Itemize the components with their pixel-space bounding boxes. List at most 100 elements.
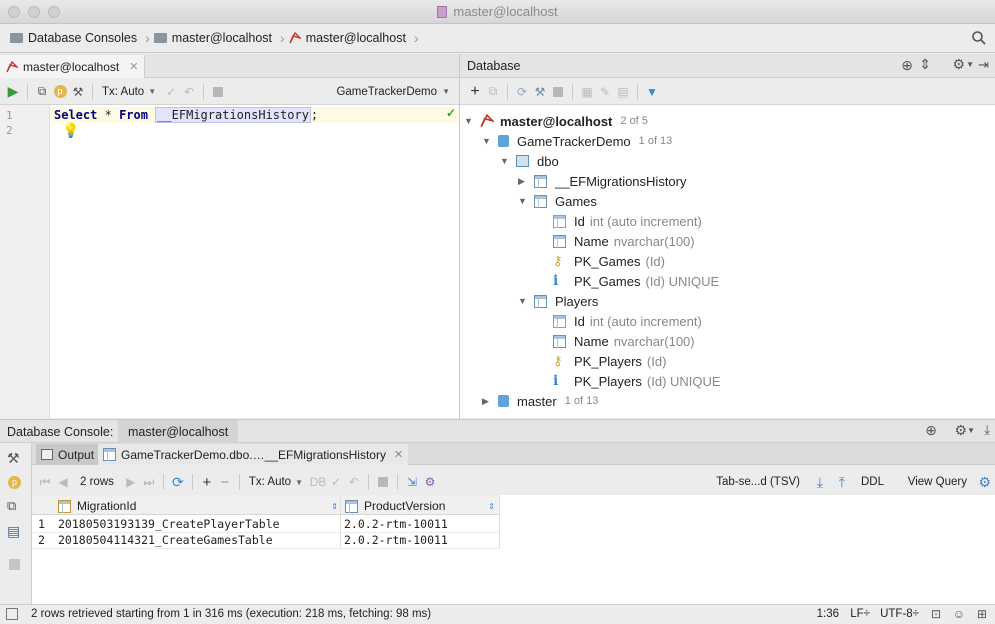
view-query-button[interactable]: View Query	[908, 476, 967, 488]
tree-node-index[interactable]: i PK_Games (Id) UNIQUE	[553, 272, 719, 290]
tab-result-migrations[interactable]: GameTrackerDemo.dbo.…__EFMigrationsHisto…	[98, 444, 409, 465]
rollback-icon[interactable]: ↶	[345, 473, 363, 491]
expand-arrow-icon[interactable]: ▼	[500, 156, 510, 166]
code-line[interactable]: Select * From __EFMigrationsHistory;	[54, 107, 318, 123]
tree-node-table-migrations[interactable]: ▶ __EFMigrationsHistory	[518, 172, 687, 190]
tree-node-database[interactable]: ▼ GameTrackerDemo 1 of 13	[482, 132, 672, 150]
search-icon[interactable]	[971, 30, 987, 46]
expand-arrow-icon[interactable]: ▼	[482, 136, 492, 146]
event-log-icon[interactable]: ⊞	[977, 607, 987, 621]
cell-productversion[interactable]: 2.0.2-rtm-10011	[344, 516, 498, 532]
caret-position[interactable]: 1:36	[817, 608, 839, 620]
gear-icon[interactable]: ⚙	[978, 474, 991, 491]
tab-output[interactable]: Output	[36, 444, 100, 465]
add-icon[interactable]: +	[466, 83, 484, 101]
breadcrumb-master-folder[interactable]: master@localhost	[153, 31, 272, 45]
schema-dropdown[interactable]: GameTrackerDemo	[336, 86, 437, 98]
parameters-icon[interactable]: p	[8, 476, 21, 489]
sort-icon[interactable]: ⇕	[331, 502, 338, 511]
cell-productversion[interactable]: 2.0.2-rtm-10011	[344, 532, 498, 548]
close-tab-icon[interactable]: ✕	[129, 60, 138, 73]
query-plan-icon[interactable]: ⚙	[421, 473, 439, 491]
commit-icon[interactable]: ✓	[327, 473, 345, 491]
lightbulb-icon[interactable]: 💡	[62, 122, 79, 139]
ddl-button[interactable]: DDL	[861, 476, 884, 488]
commit-icon[interactable]: ✓	[162, 83, 180, 101]
expand-arrow-icon[interactable]: ▼	[518, 196, 528, 206]
tree-node-column[interactable]: Name nvarchar(100)	[553, 332, 695, 350]
breadcrumb-database-consoles[interactable]: Database Consoles	[10, 31, 137, 45]
target-icon[interactable]: ⊕	[925, 422, 937, 439]
reload-icon[interactable]: ⟳	[169, 473, 187, 491]
gear-icon[interactable]: ⚙	[954, 422, 967, 439]
settings-icon[interactable]: ⧉	[7, 498, 16, 514]
tab-console-master[interactable]: master@localhost	[118, 420, 239, 443]
stop-icon[interactable]	[209, 83, 227, 101]
sql-editor[interactable]: 1 2 Select * From __EFMigrationsHistory;…	[0, 105, 459, 418]
tree-node-table-games[interactable]: ▼ Games	[518, 192, 597, 210]
copy-icon[interactable]: ⧉	[484, 83, 502, 101]
tree-node-key[interactable]: ⚷ PK_Games (Id)	[553, 252, 665, 270]
filter-icon[interactable]: ▼	[643, 83, 661, 101]
breadcrumb-master-console[interactable]: master@localhost	[289, 31, 406, 45]
download-icon[interactable]: ⤓	[817, 474, 823, 491]
submit-icon[interactable]: DB	[309, 473, 327, 491]
close-tab-icon[interactable]: ✕	[394, 448, 403, 461]
target-icon[interactable]: ⊕	[901, 57, 913, 74]
lock-icon[interactable]: ⊡	[931, 607, 941, 621]
hide-panel-icon[interactable]: ⤓	[984, 422, 990, 438]
run-icon[interactable]: ▶	[4, 83, 22, 101]
expand-arrow-icon[interactable]: ▼	[464, 116, 474, 126]
hide-panel-icon[interactable]: ⇥	[978, 57, 989, 73]
parameters-icon[interactable]: p	[51, 83, 69, 101]
tree-node-key[interactable]: ⚷ PK_Players (Id)	[553, 352, 666, 370]
file-encoding[interactable]: UTF-8÷	[880, 608, 919, 620]
tree-node-index[interactable]: i PK_Players (Id) UNIQUE	[553, 372, 721, 390]
tab-master-localhost[interactable]: master@localhost ✕	[0, 55, 146, 78]
line-separator[interactable]: LF÷	[850, 608, 870, 620]
transaction-mode-dropdown[interactable]: Tx: Auto	[249, 476, 291, 488]
row-count-dropdown[interactable]: 2 rows	[80, 476, 114, 488]
tools-icon[interactable]: ⚒	[69, 83, 87, 101]
transaction-mode-dropdown[interactable]: Tx: Auto	[102, 86, 144, 98]
tree-node-schema[interactable]: ▼ dbo	[500, 152, 559, 170]
tree-node-database[interactable]: ▶ master 1 of 13	[482, 392, 598, 410]
cell-migrationid[interactable]: 20180504114321_CreateGamesTable	[58, 532, 340, 548]
rollback-icon[interactable]: ↶	[180, 83, 198, 101]
collapse-arrow-icon[interactable]: ▶	[482, 396, 492, 407]
tree-node-column[interactable]: Name nvarchar(100)	[553, 232, 695, 250]
cell-migrationid[interactable]: 20180503193139_CreatePlayerTable	[58, 516, 340, 532]
expand-arrow-icon[interactable]: ▼	[518, 296, 528, 306]
tree-node-column[interactable]: Id int (auto increment)	[553, 212, 702, 230]
tools-icon[interactable]: ⚒	[7, 450, 20, 467]
first-page-icon[interactable]: ⏮	[36, 473, 54, 491]
pin-icon[interactable]: ⇲	[403, 473, 421, 491]
upload-icon[interactable]: ⤒	[839, 474, 845, 491]
stop-icon[interactable]	[9, 559, 20, 570]
refresh-icon[interactable]: ⟳	[513, 83, 531, 101]
column-header-migrationid[interactable]: MigrationId ⇕	[58, 498, 338, 514]
layout-icon[interactable]: ▤	[7, 523, 20, 540]
sync-tools-icon[interactable]: ⚒	[531, 83, 549, 101]
tree-node-column[interactable]: Id int (auto increment)	[553, 312, 702, 330]
gear-icon[interactable]: ⚙	[952, 56, 965, 73]
console-settings-icon[interactable]: ⧉	[33, 83, 51, 101]
collapse-arrow-icon[interactable]: ▶	[518, 176, 528, 187]
export-format-dropdown[interactable]: Tab-se...d (TSV)	[716, 476, 800, 488]
table-icon[interactable]: ▦	[578, 83, 596, 101]
delete-row-icon[interactable]: −	[216, 473, 234, 491]
toggle-tool-windows-icon[interactable]	[6, 608, 18, 620]
column-header-productversion[interactable]: ProductVersion ⇕	[345, 498, 495, 514]
last-page-icon[interactable]: ⏭	[140, 473, 158, 491]
inspector-icon[interactable]: ☺	[953, 607, 965, 621]
tree-node-datasource[interactable]: ▼ master@localhost 2 of 5	[464, 112, 648, 130]
tree-node-table-players[interactable]: ▼ Players	[518, 292, 598, 310]
edit-icon[interactable]: ✎	[596, 83, 614, 101]
previous-page-icon[interactable]: ◀	[54, 473, 72, 491]
console-icon[interactable]: ▤	[614, 83, 632, 101]
stop-icon[interactable]	[549, 83, 567, 101]
stop-icon[interactable]	[374, 473, 392, 491]
next-page-icon[interactable]: ▶	[122, 473, 140, 491]
add-row-icon[interactable]: +	[198, 473, 216, 491]
sort-icon[interactable]: ⇕	[488, 502, 495, 511]
